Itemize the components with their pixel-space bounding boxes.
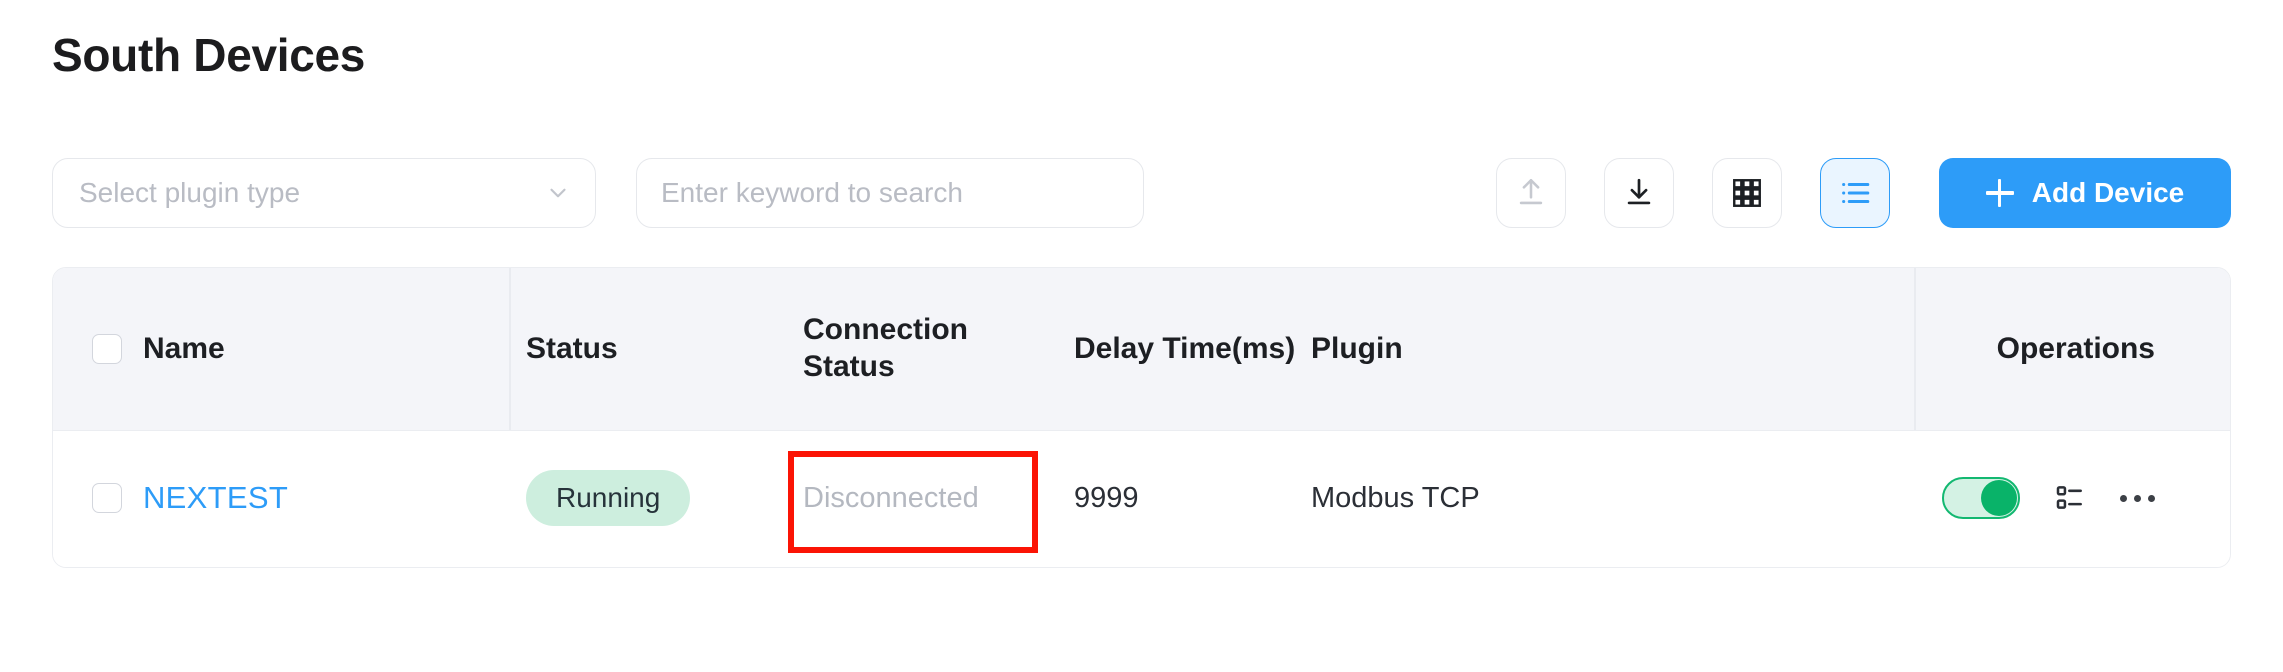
- cell-name: NEXTEST: [143, 431, 543, 565]
- plugin-type-select[interactable]: Select plugin type: [52, 158, 596, 228]
- list-view-button[interactable]: [1820, 158, 1890, 228]
- toolbar: Select plugin type Enter keyword to sear…: [52, 158, 2231, 236]
- plugin-type-placeholder: Select plugin type: [79, 177, 301, 208]
- delay-time-value: 9999: [1074, 481, 1139, 514]
- column-header-status[interactable]: Status: [526, 268, 786, 430]
- device-name-link[interactable]: NEXTEST: [143, 480, 288, 516]
- cell-operations: [1843, 431, 2183, 565]
- grid-view-button[interactable]: [1712, 158, 1782, 228]
- cell-delay-time: 9999: [1074, 431, 1324, 565]
- status-badge: Running: [526, 470, 691, 526]
- select-all-cell: [77, 268, 137, 430]
- select-all-checkbox[interactable]: [92, 334, 122, 364]
- device-enable-toggle[interactable]: [1942, 477, 2020, 519]
- column-header-operations: Operations: [1996, 331, 2155, 365]
- dot: [2134, 494, 2141, 502]
- download-icon: [1622, 176, 1656, 210]
- dot: [2120, 494, 2127, 502]
- row-checkbox[interactable]: [92, 483, 122, 513]
- column-header-name[interactable]: Name: [143, 268, 543, 430]
- download-button[interactable]: [1604, 158, 1674, 228]
- data-points-icon[interactable]: [2054, 482, 2086, 514]
- add-device-label: Add Device: [2031, 177, 2185, 208]
- cell-plugin: Modbus TCP: [1311, 431, 1811, 565]
- south-devices-page: South Devices Select plugin type Enter k…: [0, 0, 2283, 672]
- page-title: South Devices: [52, 29, 366, 81]
- plugin-value: Modbus TCP: [1311, 481, 1480, 514]
- table-row: NEXTEST Running Disconnected 9999 Modbus…: [53, 431, 2230, 565]
- search-box[interactable]: [636, 158, 1144, 228]
- cell-connection-status: Disconnected: [803, 431, 1053, 565]
- search-input[interactable]: [661, 177, 1119, 209]
- more-options-icon[interactable]: [2120, 494, 2155, 502]
- devices-table: Name Status Connection Status Delay Time…: [52, 267, 2231, 568]
- column-header-connection-status[interactable]: Connection Status: [803, 268, 1053, 430]
- grid-view-icon: [1730, 176, 1764, 210]
- connection-status-text: Disconnected: [803, 481, 979, 514]
- column-header-plugin[interactable]: Plugin: [1311, 268, 1811, 430]
- plus-icon: [1985, 179, 2014, 207]
- toggle-knob: [1981, 480, 2017, 516]
- column-header-delay-time[interactable]: Delay Time(ms): [1074, 268, 1324, 430]
- row-select-cell: [77, 431, 137, 565]
- upload-button[interactable]: [1496, 158, 1566, 228]
- table-header-row: Name Status Connection Status Delay Time…: [53, 268, 2230, 431]
- list-view-icon: [1838, 176, 1872, 210]
- dot: [2148, 494, 2155, 502]
- cell-status: Running: [526, 431, 786, 565]
- add-device-button[interactable]: Add Device: [1939, 158, 2231, 228]
- upload-icon: [1514, 176, 1548, 210]
- chevron-down-icon: [545, 180, 571, 206]
